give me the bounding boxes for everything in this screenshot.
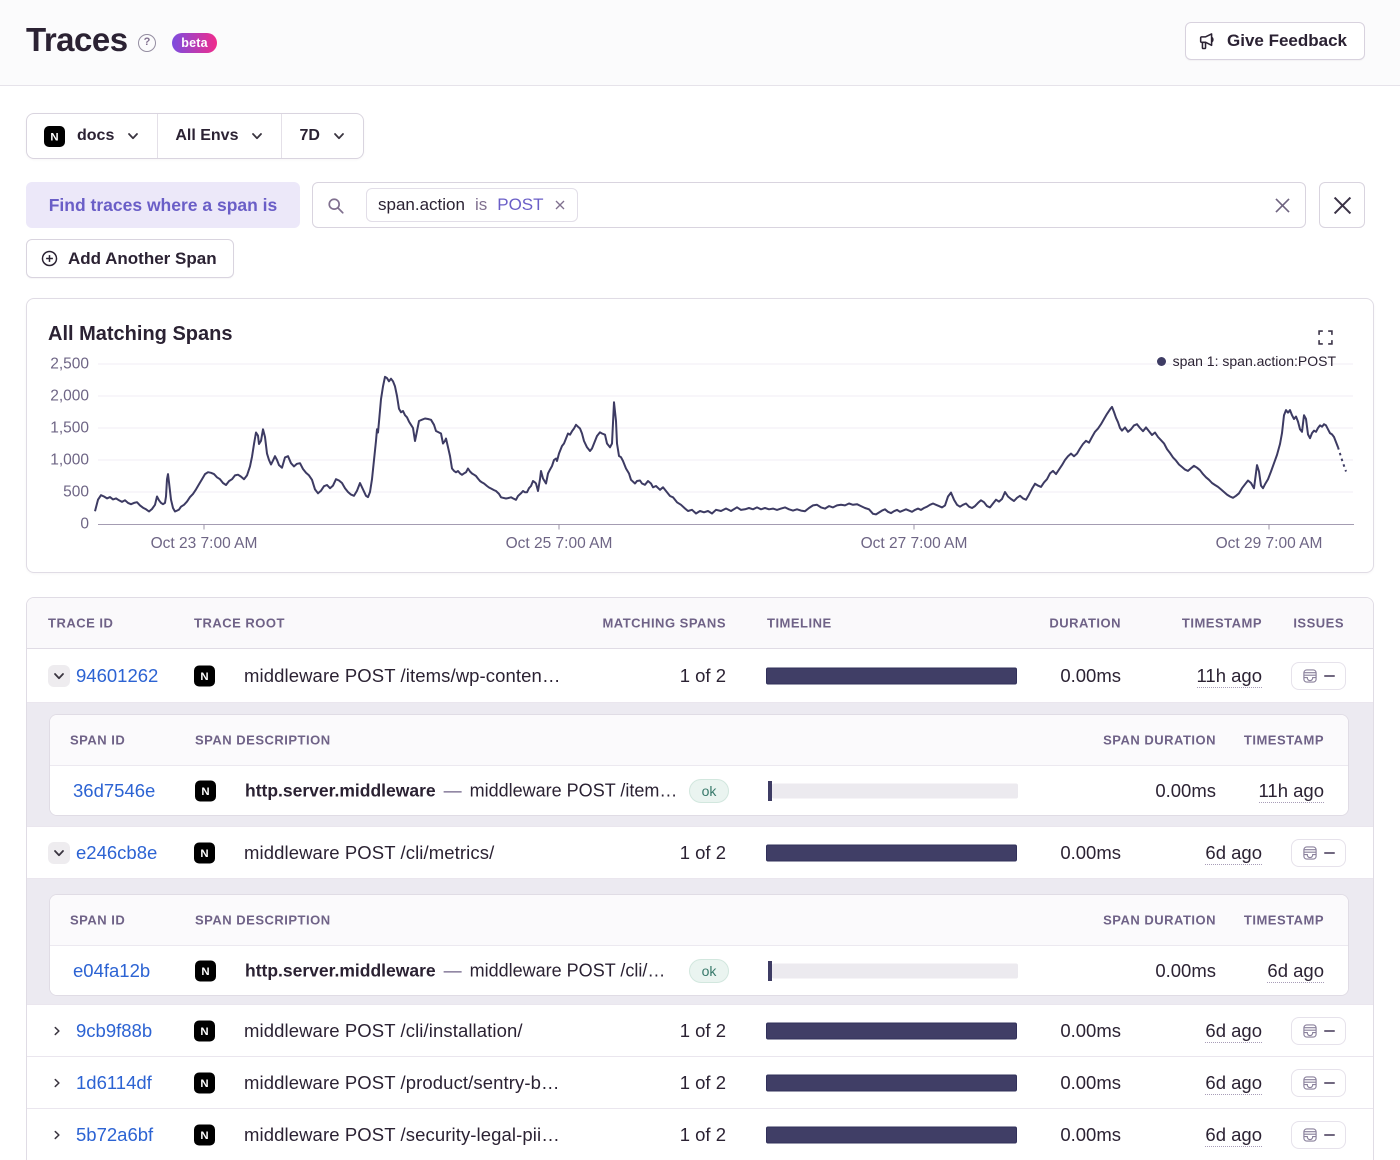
svg-text:N: N	[201, 786, 209, 797]
svg-text:0: 0	[80, 516, 89, 533]
svg-text:N: N	[201, 966, 209, 977]
svg-text:N: N	[50, 131, 58, 142]
svg-text:N: N	[200, 1130, 208, 1141]
svg-text:1,500: 1,500	[50, 420, 89, 437]
svg-text:Oct 27 7:00 AM: Oct 27 7:00 AM	[861, 535, 968, 552]
svg-text:N: N	[200, 671, 208, 682]
svg-text:500: 500	[63, 484, 89, 501]
svg-text:2,000: 2,000	[50, 388, 89, 405]
svg-text:N: N	[200, 1026, 208, 1037]
svg-text:Oct 23 7:00 AM: Oct 23 7:00 AM	[151, 535, 258, 552]
svg-text:1,000: 1,000	[50, 452, 89, 469]
svg-text:2,500: 2,500	[50, 356, 89, 373]
svg-text:Oct 29 7:00 AM: Oct 29 7:00 AM	[1216, 535, 1323, 552]
svg-text:N: N	[200, 1078, 208, 1089]
svg-text:Oct 25 7:00 AM: Oct 25 7:00 AM	[506, 535, 613, 552]
svg-text:N: N	[200, 848, 208, 859]
